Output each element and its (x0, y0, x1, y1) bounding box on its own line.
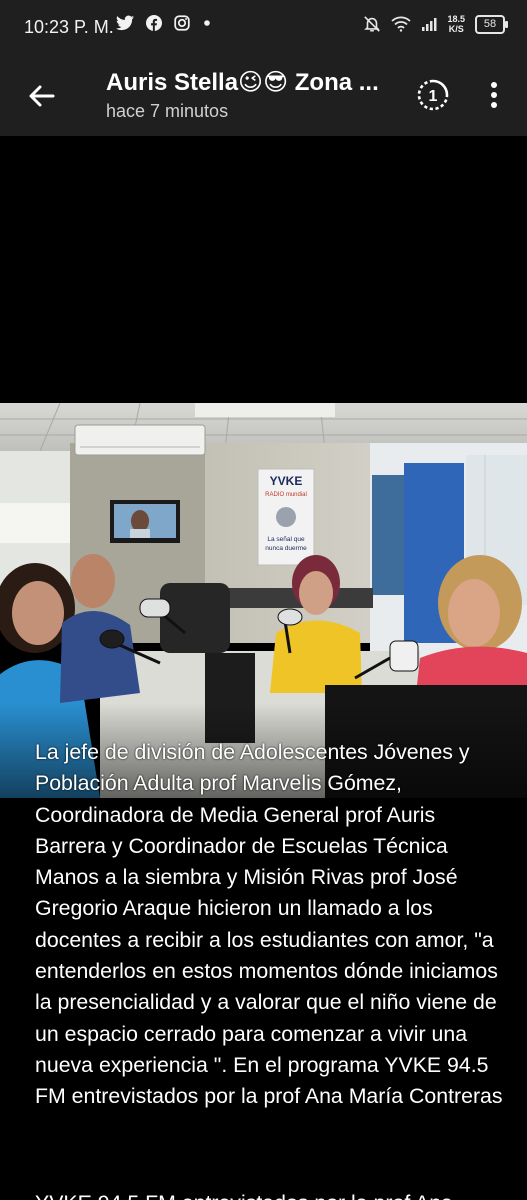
facebook-icon (146, 15, 162, 31)
story-title: Auris Stella😉😎 Zona ... (106, 69, 379, 96)
story-title-block[interactable]: Auris Stella😉😎 Zona ... hace 7 minutos (106, 68, 406, 122)
back-arrow-icon[interactable] (26, 80, 58, 112)
poster-logo: YVKE (270, 474, 303, 488)
story-caption-next-partial: YVKE 94.5 FM entrevistados por la prof A… (35, 1188, 505, 1200)
battery-level: 58 (483, 18, 497, 30)
battery-indicator: 58 (475, 14, 508, 34)
signal-icon (422, 18, 437, 31)
notification-icons (116, 15, 212, 31)
dot-icon (204, 20, 210, 26)
poster-line-2: nunca duerme (265, 545, 307, 552)
status-bar: 10:23 P. M. 18.5 K/S 58 (0, 0, 527, 58)
system-icons: 18.5 K/S 58 (363, 14, 508, 34)
story-caption: La jefe de división de Adolescentes Jóve… (35, 740, 503, 1109)
wifi-icon (391, 16, 412, 32)
network-speed: 18.5 K/S (447, 14, 465, 34)
views-count: 1 (429, 88, 438, 105)
poster-line-1: La señal que (267, 536, 305, 543)
net-speed-unit: K/S (448, 24, 464, 34)
net-speed-value: 18.5 (447, 14, 465, 24)
mute-icon (364, 16, 381, 32)
story-timestamp: hace 7 minutos (106, 101, 229, 121)
more-options-icon[interactable] (482, 78, 506, 112)
media-letterbox-top (0, 136, 527, 403)
status-time: 10:23 P. M. (24, 17, 114, 37)
story-header: Auris Stella😉😎 Zona ... hace 7 minutos 1 (0, 58, 527, 136)
poster-logo-sub: RADIO mundial (265, 492, 307, 498)
instagram-icon (174, 15, 190, 31)
views-counter-icon[interactable]: 1 (416, 78, 450, 112)
twitter-icon (116, 15, 134, 31)
